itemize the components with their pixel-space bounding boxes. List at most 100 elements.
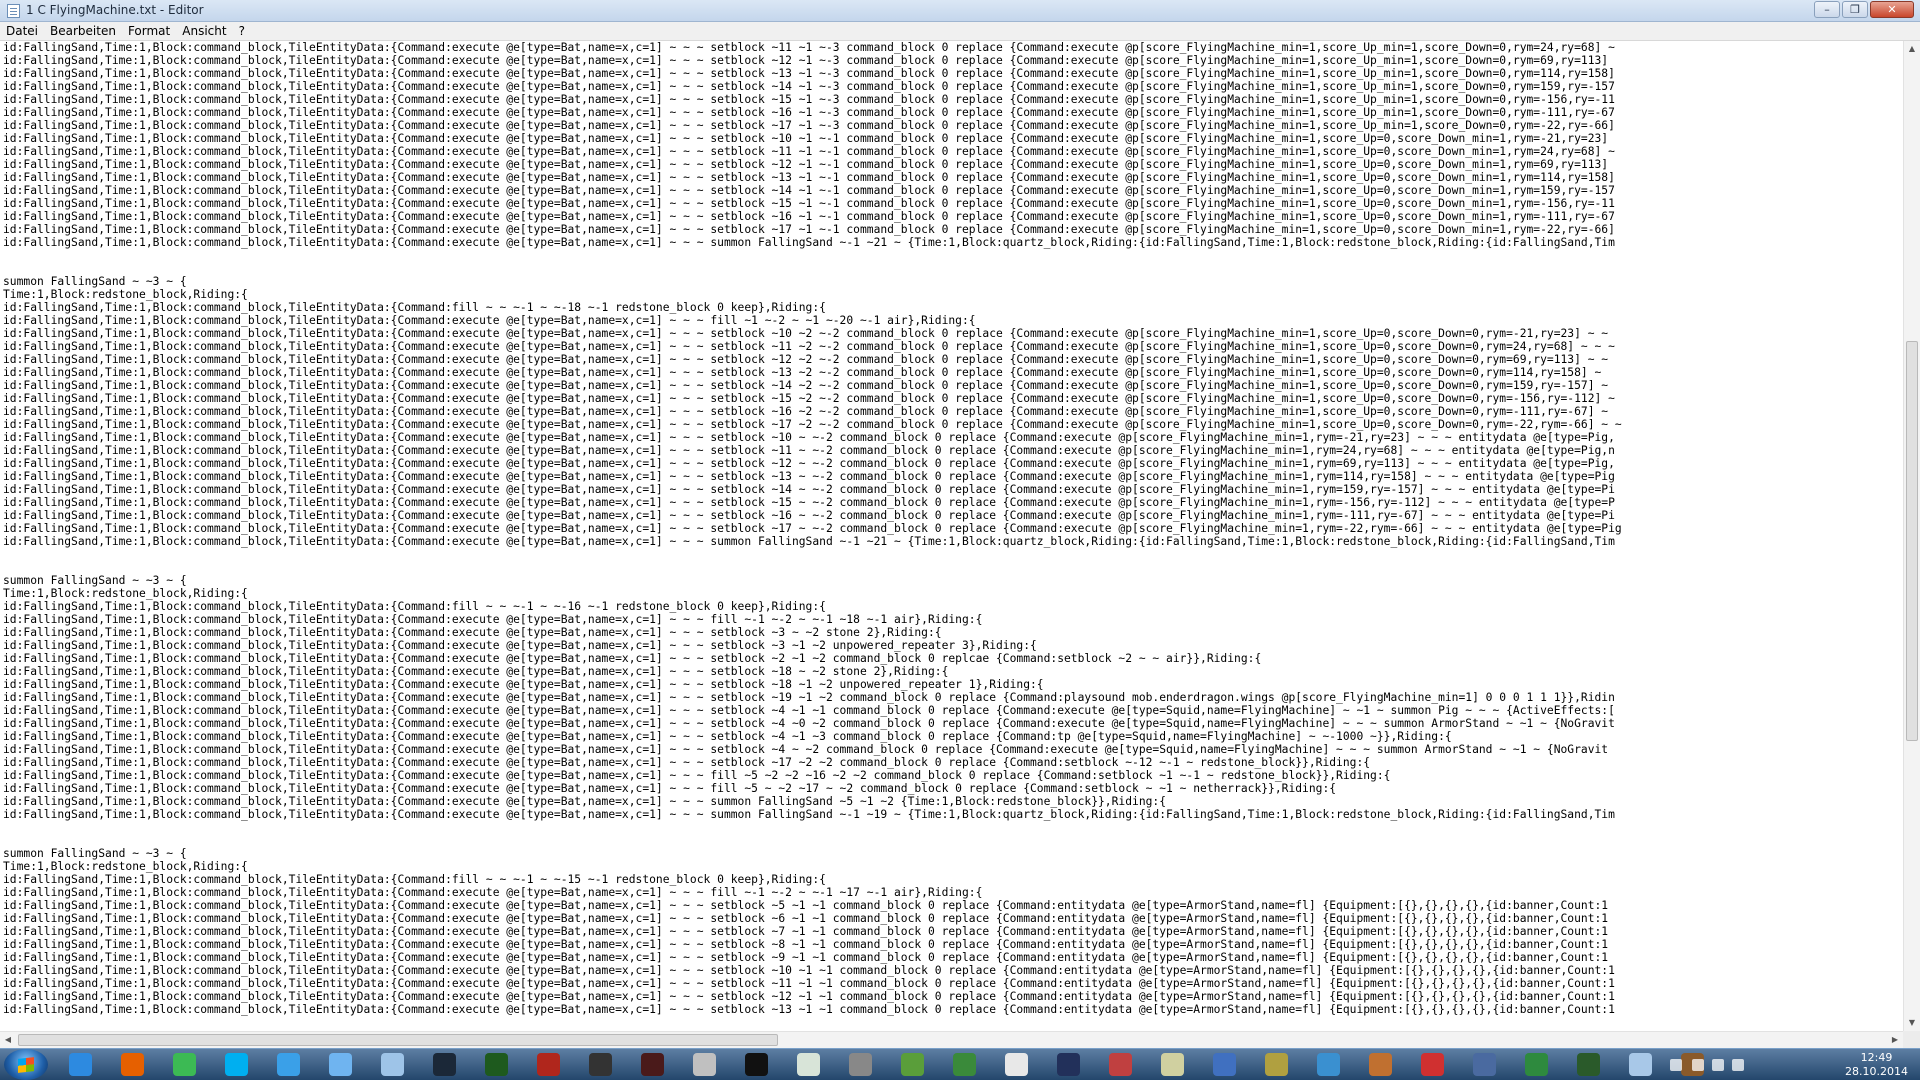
text-line: id:FallingSand,Time:1,Block:command_bloc… [3,470,1615,483]
horizontal-scrollbar[interactable]: ◀ ▶ [0,1031,1903,1048]
text-line: id:FallingSand,Time:1,Block:command_bloc… [3,730,1452,743]
scroll-right-arrow-icon[interactable]: ▶ [1888,1033,1902,1047]
dark-game-icon[interactable] [630,1051,674,1078]
key-app-icon[interactable] [838,1051,882,1078]
menu-bearbeiten[interactable]: Bearbeiten [44,22,122,40]
taskbar-icon-glyph [953,1053,976,1076]
sync-app-icon[interactable] [1202,1051,1246,1078]
menu-format[interactable]: Format [122,22,176,40]
taskbar-icon-glyph [1629,1053,1652,1076]
start-button[interactable] [4,1049,48,1080]
window-controls: – ❐ ✕ [1812,1,1914,19]
game-app-icon[interactable] [474,1051,518,1078]
text-line: Time:1,Block:redstone_block,Riding:{ [3,288,248,301]
minimize-button[interactable]: – [1814,1,1840,18]
text-line: summon FallingSand ~ ~3 ~ { [3,275,187,288]
skype-icon[interactable] [214,1051,258,1078]
taskbar-icon-glyph [1577,1053,1600,1076]
menu-help[interactable]: ? [233,22,251,40]
taskbar-icon-glyph [1525,1053,1548,1076]
text-line: id:FallingSand,Time:1,Block:command_bloc… [3,431,1615,444]
frame-app-icon[interactable] [994,1051,1038,1078]
clock-time: 12:49 [1860,1051,1893,1064]
text-line: id:FallingSand,Time:1,Block:command_bloc… [3,301,826,314]
menu-datei[interactable]: Datei [0,22,44,40]
text-line: id:FallingSand,Time:1,Block:command_bloc… [3,184,1615,197]
robot-app-icon[interactable] [682,1051,726,1078]
network-icon[interactable] [1712,1059,1724,1071]
flag-icon[interactable] [1692,1059,1704,1071]
text-line: id:FallingSand,Time:1,Block:command_bloc… [3,80,1615,93]
spreadsheet-app-icon[interactable] [1514,1051,1558,1078]
globe-app-icon[interactable] [1410,1051,1454,1078]
text-line: Time:1,Block:redstone_block,Riding:{ [3,587,248,600]
notepad-app-icon[interactable] [7,4,20,18]
taskbar-icon-glyph [1161,1053,1184,1076]
menu-bar: Datei Bearbeiten Format Ansicht ? [0,22,1920,41]
text-line: id:FallingSand,Time:1,Block:command_bloc… [3,795,1167,808]
close-button[interactable]: ✕ [1870,1,1914,18]
scroll-up-arrow-icon[interactable]: ▲ [1906,42,1918,56]
paint-app-icon[interactable] [1150,1051,1194,1078]
text-line: id:FallingSand,Time:1,Block:command_bloc… [3,938,1609,951]
horizontal-scroll-thumb[interactable] [18,1034,778,1046]
scrollbar-corner [1903,1031,1920,1048]
scroll-left-arrow-icon[interactable]: ◀ [1,1033,15,1047]
clock[interactable]: 12:49 28.10.2014 [1845,1051,1908,1079]
text-line: id:FallingSand,Time:1,Block:command_bloc… [3,535,1615,548]
title-bar[interactable]: 1 C FlyingMachine.txt - Editor – ❐ ✕ [0,0,1920,22]
tray-arrow-icon[interactable] [1670,1059,1682,1071]
window-app-icon[interactable] [786,1051,830,1078]
minecraft-icon[interactable] [890,1051,934,1078]
text-line: id:FallingSand,Time:1,Block:command_bloc… [3,873,826,886]
text-line: id:FallingSand,Time:1,Block:command_bloc… [3,964,1615,977]
taskbar-pinned-apps [58,1051,1722,1079]
text-editor-area[interactable]: id:FallingSand,Time:1,Block:command_bloc… [0,41,1903,1031]
fire-game-icon[interactable] [526,1051,570,1078]
chart-app-icon[interactable] [1098,1051,1142,1078]
text-line: id:FallingSand,Time:1,Block:command_bloc… [3,613,983,626]
scroll-down-arrow-icon[interactable]: ▼ [1906,1016,1918,1030]
text-line: id:FallingSand,Time:1,Block:command_bloc… [3,496,1615,509]
tree-app-icon[interactable] [942,1051,986,1078]
steam-icon[interactable] [422,1051,466,1078]
taskbar-icon-glyph [277,1053,300,1076]
text-line: id:FallingSand,Time:1,Block:command_bloc… [3,691,1615,704]
stars-app-icon[interactable] [1046,1051,1090,1078]
internet-explorer-icon[interactable] [58,1051,102,1078]
counter-app-icon[interactable] [1254,1051,1298,1078]
taskbar-icon-glyph [485,1053,508,1076]
vertical-scrollbar[interactable]: ▲ ▼ [1903,41,1920,1031]
taskbar-icon-glyph [1421,1053,1444,1076]
text-line: id:FallingSand,Time:1,Block:command_bloc… [3,444,1615,457]
text-line: id:FallingSand,Time:1,Block:command_bloc… [3,808,1615,821]
chrome-icon[interactable] [162,1051,206,1078]
network-app-icon[interactable] [266,1051,310,1078]
taskbar-icon-glyph [537,1053,560,1076]
settings-app-icon[interactable] [1462,1051,1506,1078]
text-line: id:FallingSand,Time:1,Block:command_bloc… [3,1003,1615,1016]
taskbar-icon-glyph [225,1053,248,1076]
vertical-scroll-thumb[interactable] [1906,341,1918,741]
cpu-app-icon[interactable] [1358,1051,1402,1078]
bottle-app-icon[interactable] [370,1051,414,1078]
text-line: id:FallingSand,Time:1,Block:command_bloc… [3,54,1609,67]
system-tray: 12:49 28.10.2014 [1650,1049,1920,1080]
assassin-game-icon[interactable] [578,1051,622,1078]
vader-app-icon[interactable] [734,1051,778,1078]
taskbar-icon-glyph [381,1053,404,1076]
text-line: id:FallingSand,Time:1,Block:command_bloc… [3,236,1615,249]
text-line: id:FallingSand,Time:1,Block:command_bloc… [3,314,976,327]
itunes-icon[interactable] [318,1051,362,1078]
camera-app-icon[interactable] [1306,1051,1350,1078]
taskbar-icon-glyph [173,1053,196,1076]
firefox-icon[interactable] [110,1051,154,1078]
text-line: id:FallingSand,Time:1,Block:command_bloc… [3,600,826,613]
text-line: id:FallingSand,Time:1,Block:command_bloc… [3,925,1609,938]
text-line: id:FallingSand,Time:1,Block:command_bloc… [3,171,1615,184]
menu-ansicht[interactable]: Ansicht [176,22,232,40]
maximize-button[interactable]: ❐ [1842,1,1868,18]
volume-icon[interactable] [1732,1059,1744,1071]
taskbar-icon-glyph [1473,1053,1496,1076]
monitor-app-icon[interactable] [1566,1051,1610,1078]
